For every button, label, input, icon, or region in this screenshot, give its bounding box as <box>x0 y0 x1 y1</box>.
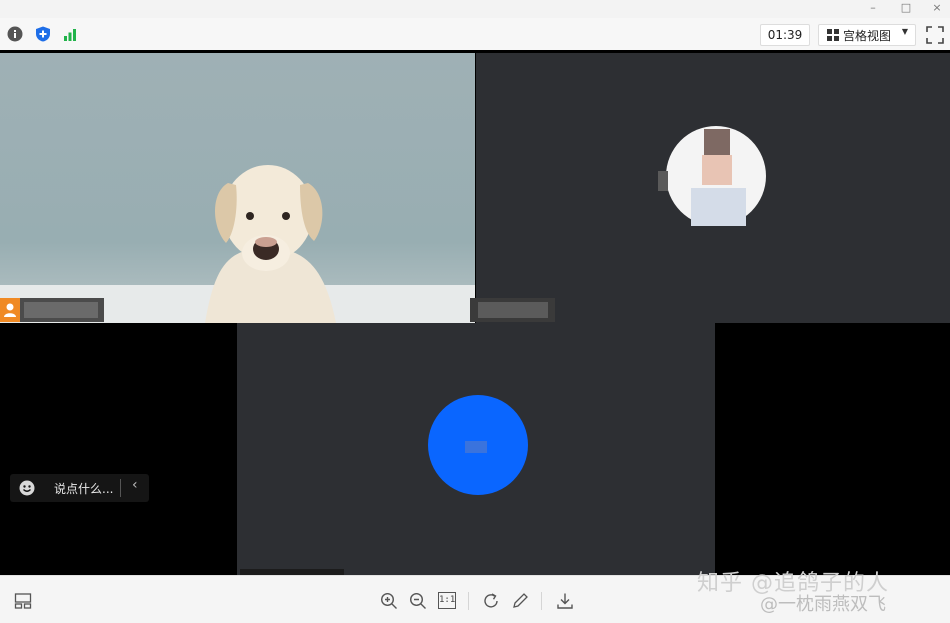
blurred-name <box>478 302 548 318</box>
download-icon[interactable] <box>556 592 574 610</box>
divider <box>541 592 542 610</box>
view-mode-label: 宫格视图 <box>843 29 892 43</box>
signal-bars-icon[interactable] <box>62 26 78 42</box>
grid-view-icon <box>827 29 839 41</box>
fullscreen-icon[interactable] <box>926 26 944 44</box>
video-tile-blue-avatar[interactable] <box>237 323 715 575</box>
participant-name-tag <box>470 298 555 322</box>
minimize-button[interactable]: – <box>860 0 886 18</box>
info-icon[interactable] <box>7 26 23 42</box>
avatar-person-image <box>658 126 766 226</box>
person-icon <box>4 303 16 317</box>
chat-input-bar[interactable]: 说点什么... ‹ <box>10 474 149 502</box>
dog-video-frame <box>0 165 475 323</box>
actual-size-icon[interactable]: 1:1 <box>438 592 456 609</box>
chat-placeholder[interactable]: 说点什么... <box>54 480 113 497</box>
avatar-blue-image <box>428 395 528 495</box>
shield-plus-icon[interactable] <box>35 26 51 42</box>
zoom-in-icon[interactable] <box>380 592 398 610</box>
rotate-icon[interactable] <box>482 592 500 610</box>
participant-name-tag <box>0 298 104 322</box>
meeting-timer: 01:39 <box>760 24 810 46</box>
close-button[interactable]: × <box>924 0 950 18</box>
video-tile-avatar[interactable] <box>476 53 950 323</box>
blurred-name <box>24 302 98 318</box>
divider <box>468 592 469 610</box>
host-badge <box>0 298 20 322</box>
zoom-out-icon[interactable] <box>409 592 427 610</box>
chevron-left-icon[interactable]: ‹ <box>132 477 138 493</box>
emoji-icon[interactable] <box>19 480 35 496</box>
edit-icon[interactable] <box>511 592 529 610</box>
watermark-weibo: @一枕雨燕双飞 <box>760 594 886 615</box>
divider <box>120 479 121 497</box>
video-tile-camera[interactable] <box>0 53 475 323</box>
view-mode-dropdown[interactable]: 宫格视图 ▼ <box>818 24 916 46</box>
layout-icon[interactable] <box>14 592 32 610</box>
maximize-button[interactable]: □ <box>893 0 919 18</box>
caret-down-icon: ▼ <box>901 27 908 36</box>
title-bar: – □ × <box>0 0 950 18</box>
